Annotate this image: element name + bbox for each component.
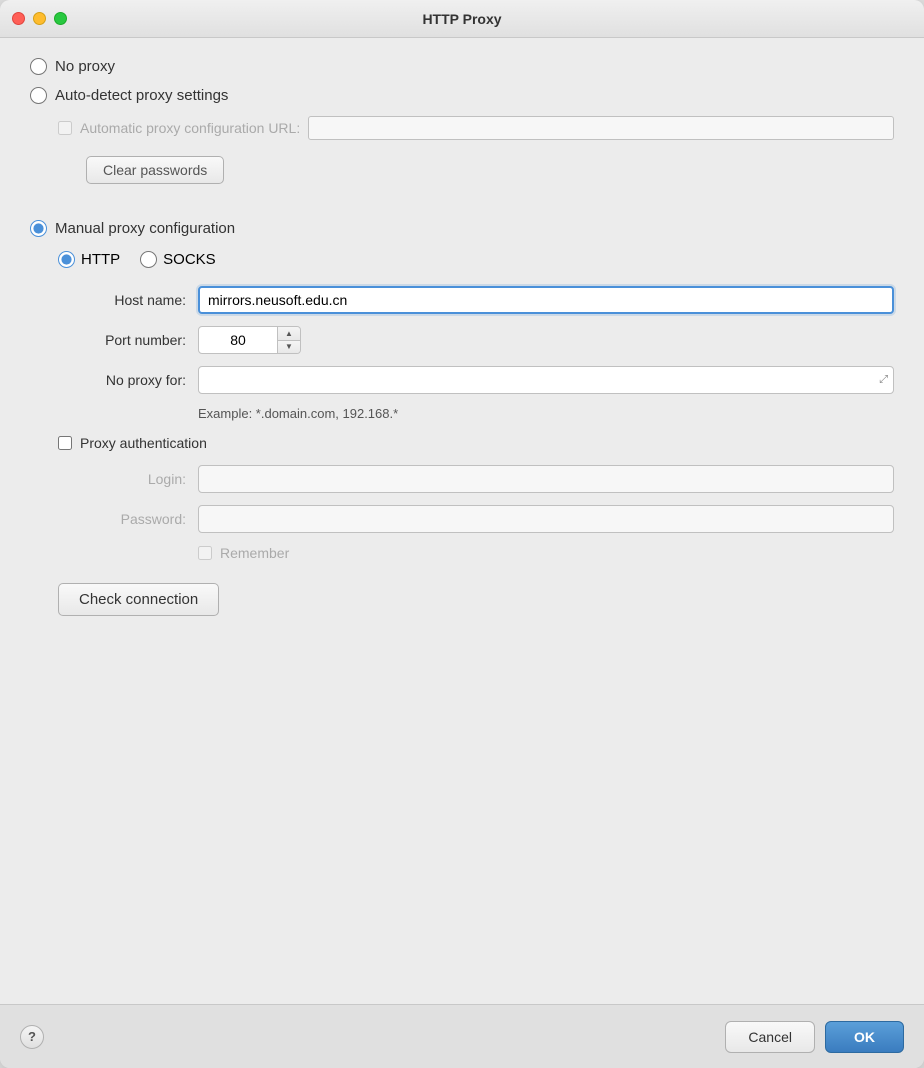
password-input[interactable] (198, 505, 894, 533)
manual-proxy-radio[interactable] (30, 220, 47, 237)
minimize-button[interactable] (33, 12, 46, 25)
proxy-auth-label: Proxy authentication (80, 435, 207, 451)
close-button[interactable] (12, 12, 25, 25)
login-input[interactable] (198, 465, 894, 493)
socks-radio[interactable] (140, 251, 157, 268)
example-text: Example: *.domain.com, 192.168.* (198, 406, 894, 421)
check-connection-container: Check connection (30, 583, 894, 636)
auto-detect-radio[interactable] (30, 87, 47, 104)
clear-passwords-button[interactable]: Clear passwords (86, 156, 224, 184)
port-number-input[interactable] (198, 326, 278, 354)
port-number-label: Port number: (58, 332, 198, 348)
http-protocol-option: HTTP (58, 251, 120, 268)
footer-buttons: Cancel OK (725, 1021, 904, 1053)
window-title: HTTP Proxy (422, 11, 501, 27)
auto-detect-label: Auto-detect proxy settings (55, 87, 228, 104)
no-proxy-for-row: No proxy for: ⤢ (58, 366, 894, 394)
dialog-window: HTTP Proxy No proxy Auto-detect proxy se… (0, 0, 924, 1068)
remember-label: Remember (220, 545, 289, 561)
login-row: Login: (58, 465, 894, 493)
no-proxy-for-input[interactable] (198, 366, 894, 394)
auto-proxy-config-row: Automatic proxy configuration URL: (58, 116, 894, 140)
no-proxy-radio[interactable] (30, 58, 47, 75)
password-row: Password: (58, 505, 894, 533)
port-decrement-button[interactable]: ▼ (278, 341, 300, 354)
help-button[interactable]: ? (20, 1025, 44, 1049)
host-name-row: Host name: (58, 286, 894, 314)
http-label: HTTP (81, 251, 120, 268)
expand-icon[interactable]: ⤢ (879, 374, 888, 387)
port-increment-button[interactable]: ▲ (278, 327, 300, 340)
check-connection-button[interactable]: Check connection (58, 583, 219, 616)
socks-label: SOCKS (163, 251, 216, 268)
remember-row: Remember (198, 545, 894, 561)
no-proxy-row: No proxy (30, 58, 894, 75)
port-number-row: Port number: ▲ ▼ (58, 326, 894, 354)
auto-proxy-config-checkbox[interactable] (58, 121, 72, 135)
port-spinner: ▲ ▼ (278, 326, 301, 354)
port-container: ▲ ▼ (198, 326, 301, 354)
auto-proxy-config-label: Automatic proxy configuration URL: (80, 120, 300, 136)
dialog-footer: ? Cancel OK (0, 1004, 924, 1068)
no-proxy-label: No proxy (55, 58, 115, 75)
auto-proxy-config-input[interactable] (308, 116, 894, 140)
remember-checkbox[interactable] (198, 546, 212, 560)
no-proxy-for-container: ⤢ (198, 366, 894, 394)
traffic-lights (12, 12, 67, 25)
manual-proxy-label: Manual proxy configuration (55, 220, 235, 237)
password-label: Password: (58, 511, 198, 527)
manual-proxy-row: Manual proxy configuration (30, 220, 894, 237)
socks-protocol-option: SOCKS (140, 251, 216, 268)
proxy-auth-row: Proxy authentication (58, 435, 894, 451)
proxy-auth-checkbox[interactable] (58, 436, 72, 450)
cancel-button[interactable]: Cancel (725, 1021, 815, 1053)
login-label: Login: (58, 471, 198, 487)
host-name-label: Host name: (58, 292, 198, 308)
host-name-input[interactable] (198, 286, 894, 314)
auto-detect-row: Auto-detect proxy settings (30, 87, 894, 104)
title-bar: HTTP Proxy (0, 0, 924, 38)
ok-button[interactable]: OK (825, 1021, 904, 1053)
no-proxy-for-label: No proxy for: (58, 372, 198, 388)
dialog-content: No proxy Auto-detect proxy settings Auto… (0, 38, 924, 1004)
http-radio[interactable] (58, 251, 75, 268)
protocol-row: HTTP SOCKS (58, 251, 894, 268)
maximize-button[interactable] (54, 12, 67, 25)
